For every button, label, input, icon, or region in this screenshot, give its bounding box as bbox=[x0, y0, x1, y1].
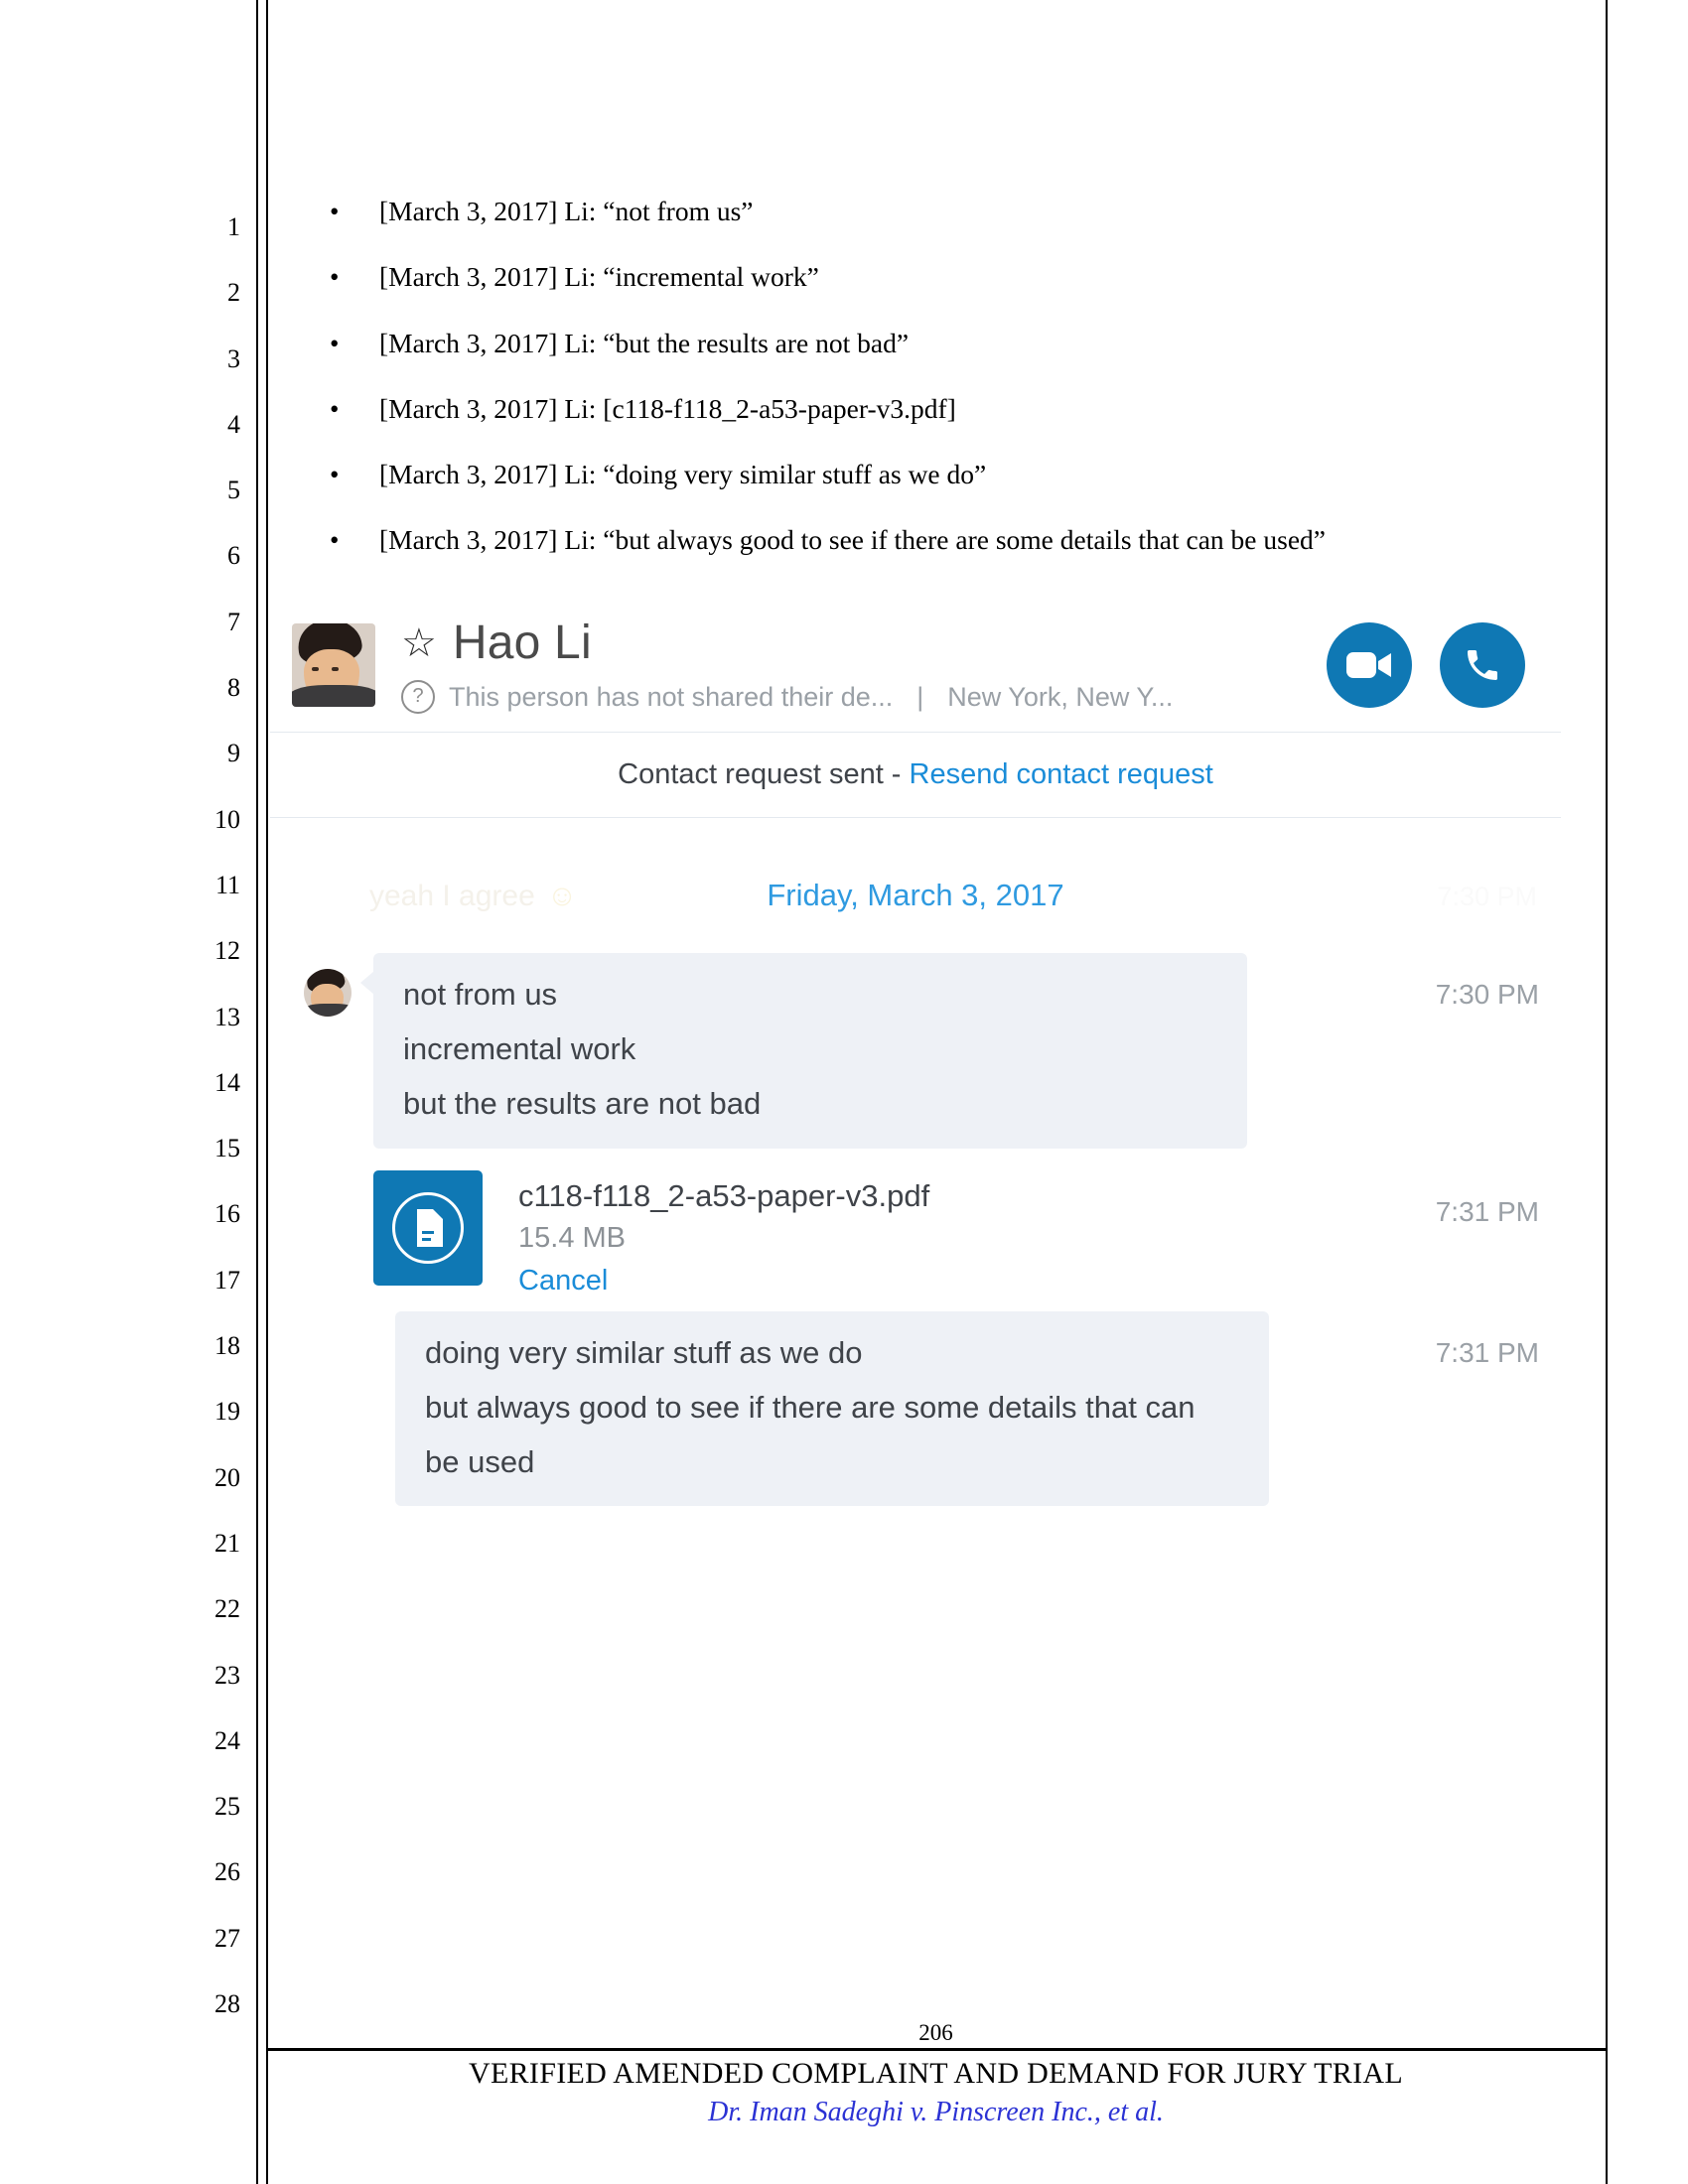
bullet-marker: • bbox=[330, 393, 340, 424]
skype-conversation-screenshot: ☆ Hao Li ? This person has not shared th… bbox=[270, 608, 1561, 1547]
date-divider: Friday, March 3, 2017 bbox=[767, 878, 1064, 912]
message-bubble[interactable]: not from us incremental work but the res… bbox=[360, 953, 1247, 1149]
line-number: 16 bbox=[214, 1199, 240, 1229]
cancel-transfer-link[interactable]: Cancel bbox=[518, 1265, 929, 1297]
quoted-message-text: [March 3, 2017] Li: “not from us” bbox=[379, 196, 754, 226]
bullet-marker: • bbox=[330, 197, 340, 226]
bullet-marker: • bbox=[330, 328, 340, 358]
video-call-button[interactable] bbox=[1327, 621, 1412, 708]
line-number: 1 bbox=[227, 212, 240, 241]
line-number: 8 bbox=[227, 673, 240, 703]
quoted-message-item: • [March 3, 2017] Li: “but always good to… bbox=[298, 507, 1589, 573]
chat-message-area: yeah I agree ☺ 7:30 PM Friday, March 3, … bbox=[270, 818, 1561, 1546]
attachment-file-name: c118-f118_2-a53-paper-v3.pdf bbox=[518, 1177, 930, 1213]
line-number: 24 bbox=[214, 1725, 240, 1755]
line-number: 3 bbox=[227, 343, 240, 373]
line-number: 20 bbox=[214, 1462, 240, 1492]
quoted-message-text: [March 3, 2017] Li: [c118-f118_2-a53-pap… bbox=[379, 392, 956, 424]
line-number: 4 bbox=[227, 409, 240, 439]
quoted-message-item: • [March 3, 2017] Li: [c118-f118_2-a53-pa… bbox=[298, 376, 1589, 442]
contact-name: Hao Li bbox=[452, 616, 592, 669]
resend-contact-request-link[interactable]: Resend contact request bbox=[910, 758, 1213, 790]
line-number: 19 bbox=[214, 1397, 240, 1427]
file-attachment-row[interactable]: c118-f118_2-a53-paper-v3.pdf 15.4 MB Can… bbox=[270, 1169, 1561, 1297]
bullet-marker: • bbox=[330, 460, 340, 490]
line-number: 23 bbox=[214, 1660, 240, 1690]
document-body: • [March 3, 2017] Li: “not from us” • [Marc… bbox=[298, 179, 1589, 574]
message-line: but the results are not bad bbox=[403, 1085, 762, 1121]
document-icon bbox=[417, 1208, 443, 1247]
line-number: 13 bbox=[214, 1002, 240, 1031]
message-timestamp: 7:30 PM bbox=[1435, 979, 1539, 1010]
message-line: not from us bbox=[403, 977, 558, 1012]
footer-case-caption: Dr. Iman Sadeghi v. Pinscreen Inc., et a… bbox=[708, 2097, 1164, 2127]
line-number: 22 bbox=[214, 1594, 240, 1624]
quoted-message-text: [March 3, 2017] Li: “but always good to … bbox=[379, 524, 1327, 556]
line-number: 6 bbox=[227, 541, 240, 571]
page-number: 206 bbox=[918, 2020, 953, 2045]
line-number: 10 bbox=[214, 804, 240, 834]
pleading-rule-inner bbox=[266, 0, 268, 2184]
mood-message: This person has not shared their de... bbox=[449, 681, 894, 712]
page-footer: 206 VERIFIED AMENDED COMPLAINT AND DEMAN… bbox=[266, 2020, 1606, 2128]
message-row: not from us incremental work but the res… bbox=[270, 953, 1561, 1149]
line-number: 25 bbox=[214, 1792, 240, 1822]
line-number: 9 bbox=[227, 739, 240, 768]
line-number: 26 bbox=[214, 1857, 240, 1887]
line-number: 28 bbox=[214, 1989, 240, 2019]
message-line: incremental work bbox=[403, 1030, 636, 1066]
audio-call-button[interactable] bbox=[1440, 621, 1525, 708]
line-number: 11 bbox=[214, 870, 240, 899]
line-number: 5 bbox=[227, 476, 240, 505]
quoted-message-text: [March 3, 2017] Li: “but the results are… bbox=[379, 327, 910, 358]
line-number: 12 bbox=[214, 936, 240, 966]
quoted-message-list: • [March 3, 2017] Li: “not from us” • [Marc… bbox=[298, 179, 1589, 574]
footer-document-title: VERIFIED AMENDED COMPLAINT AND DEMAND FO… bbox=[469, 2057, 1403, 2090]
message-row: doing very similar stuff as we do but al… bbox=[270, 1310, 1561, 1507]
quoted-message-item: • [March 3, 2017] Li: “not from us” bbox=[298, 179, 1589, 244]
question-mark-icon: ? bbox=[401, 680, 435, 714]
line-number: 21 bbox=[214, 1528, 240, 1558]
bullet-marker: • bbox=[330, 525, 340, 556]
pleading-rule-right bbox=[1606, 0, 1608, 2184]
line-number: 15 bbox=[214, 1134, 240, 1163]
message-sender-avatar bbox=[304, 969, 352, 1017]
line-number-column: 1 2 3 4 5 6 7 8 9 10 11 12 13 14 15 16 17 18 19 20 21 22 23 24 2… bbox=[195, 195, 240, 2037]
skype-contact-header: ☆ Hao Li ? This person has not shared th… bbox=[270, 608, 1561, 733]
quoted-message-item: • [March 3, 2017] Li: “incremental work” bbox=[298, 244, 1589, 310]
file-type-icon bbox=[373, 1169, 483, 1286]
quoted-message-item: • [March 3, 2017] Li: “but the results ar… bbox=[298, 311, 1589, 376]
line-number: 18 bbox=[214, 1331, 240, 1361]
pleading-rule-outer bbox=[256, 0, 258, 2184]
contact-avatar bbox=[292, 622, 375, 707]
line-number: 7 bbox=[227, 607, 240, 636]
separator: | bbox=[916, 681, 924, 712]
line-number: 27 bbox=[214, 1923, 240, 1953]
footer-divider bbox=[266, 2048, 1606, 2051]
pleading-page: 1 2 3 4 5 6 7 8 9 10 11 12 13 14 15 16 17 18 19 20 21 22 23 24 2… bbox=[0, 0, 1688, 2184]
phone-icon bbox=[1468, 649, 1497, 680]
attachment-file-size: 15.4 MB bbox=[518, 1221, 626, 1254]
quoted-message-text: [March 3, 2017] Li: “incremental work” bbox=[379, 261, 819, 293]
line-number: 2 bbox=[227, 278, 240, 308]
quoted-message-item: • [March 3, 2017] Li: “doing very similar… bbox=[298, 442, 1589, 507]
contact-request-row: Contact request sent - Resend contact re… bbox=[270, 733, 1561, 818]
line-number: 17 bbox=[214, 1265, 240, 1295]
favorite-star-icon[interactable]: ☆ bbox=[401, 623, 437, 663]
bullet-marker: • bbox=[330, 262, 340, 293]
message-bubble[interactable]: doing very similar stuff as we do but al… bbox=[395, 1310, 1269, 1507]
contact-request-status: Contact request sent - bbox=[618, 758, 910, 790]
video-camera-icon bbox=[1346, 651, 1391, 678]
message-timestamp: 7:31 PM bbox=[1435, 1336, 1539, 1368]
attachment-timestamp: 7:31 PM bbox=[1435, 1195, 1539, 1227]
message-line: but always good to see if there are some… bbox=[425, 1389, 1196, 1425]
quoted-message-text: [March 3, 2017] Li: “doing very similar … bbox=[379, 459, 987, 490]
message-line: doing very similar stuff as we do bbox=[425, 1334, 863, 1370]
message-line: be used bbox=[425, 1443, 535, 1479]
contact-location: New York, New Y... bbox=[947, 681, 1174, 712]
line-number: 14 bbox=[214, 1067, 240, 1097]
